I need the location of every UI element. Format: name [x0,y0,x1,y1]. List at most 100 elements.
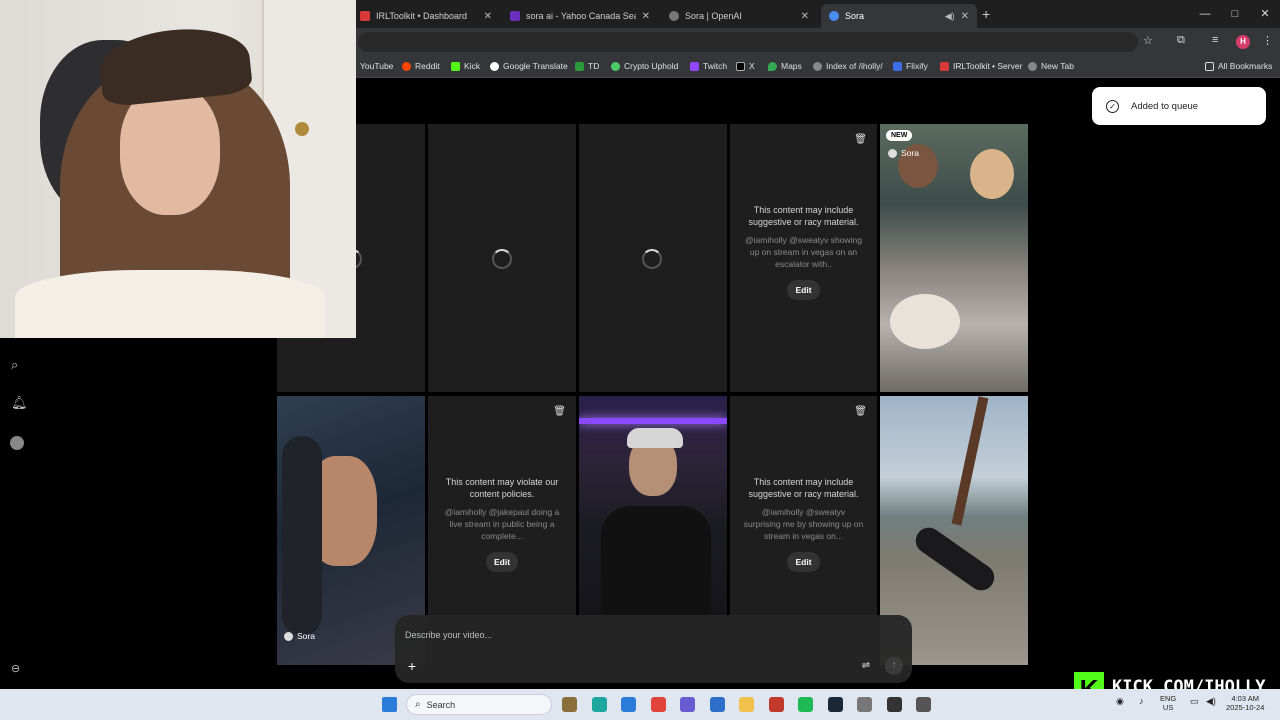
tab-label: Sora | OpenAI [685,11,742,21]
minimize-button[interactable]: — [1190,0,1220,28]
td-icon [575,61,584,71]
tab-irltoolkit-dashboard[interactable]: IRLToolkit • Dashboard ✕ [352,4,500,28]
search-icon[interactable]: ⌕ [11,357,18,373]
bookmark-label: All Bookmarks [1218,61,1273,71]
taskbar-app-icon[interactable] [650,697,666,712]
bookmark-youtube[interactable]: YouTube [360,61,393,71]
taskbar-app-icon[interactable] [768,697,784,712]
bookmark-label: TD [588,61,600,71]
search-icon: ⌕ [415,699,421,710]
bookmark-twitch[interactable]: Twitch [690,61,727,71]
bookmark-reddit[interactable]: Reddit [402,61,440,71]
windows-start-icon[interactable] [382,697,397,712]
flixify-icon [893,61,902,71]
openai-favicon-icon [669,11,679,21]
edit-button[interactable]: Edit [787,552,820,572]
more-options-icon[interactable]: ⊖ [11,662,20,675]
address-bar[interactable] [358,32,1138,52]
tab-yahoo-search[interactable]: sora ai - Yahoo Canada Search ✕ [502,4,658,28]
user-avatar[interactable] [10,436,24,450]
send-button[interactable]: ↑ [885,657,903,675]
taskbar-app-icon[interactable] [857,697,872,712]
video-tile-loading[interactable] [579,124,727,392]
bookmark-irltoolkit-server[interactable]: IRLToolkit • Server [940,61,1022,71]
close-tab-icon[interactable]: ✕ [484,11,492,22]
notification-bell-icon[interactable]: 🔔︎ [11,395,28,411]
reddit-icon [402,61,411,71]
bookmark-star-icon[interactable]: ☆ [1143,34,1153,47]
folder-icon [1205,61,1214,71]
bookmark-label: Flixify [906,61,928,71]
bookmark-crypto-uphold[interactable]: Crypto Uphold [611,61,678,71]
toast-text: Added to queue [1131,100,1199,112]
settings-sliders-icon[interactable]: ⇌ [858,658,874,674]
menu-kebab-icon[interactable]: ⋮ [1262,34,1273,47]
video-tile-flagged[interactable]: 🗑︎ This content may include suggestive o… [730,124,877,392]
trash-icon[interactable]: 🗑︎ [553,406,566,417]
all-bookmarks-folder[interactable]: All Bookmarks [1205,61,1272,71]
bookmark-flixify[interactable]: Flixify [893,61,928,71]
tray-volume-icon[interactable]: ◀) [1206,697,1216,706]
language-indicator[interactable]: ENG US [1160,694,1176,712]
clock[interactable]: 4:03 AM 2025-10-24 [1226,694,1264,712]
add-media-button[interactable]: + [404,658,420,674]
trash-icon[interactable]: 🗑︎ [854,134,867,145]
bookmark-google-translate[interactable]: Google Translate [490,61,568,71]
person-head [970,149,1014,199]
new-tab-button[interactable]: + [982,6,990,22]
bookmark-td[interactable]: TD [575,61,599,71]
window-controls: — □ ✕ [1190,0,1280,28]
tab-label: IRLToolkit • Dashboard [376,11,468,21]
tab-sora[interactable]: Sora ◀) ✕ [821,4,977,28]
prompt-input[interactable]: Describe your video... [405,630,492,640]
taskbar-app-icon[interactable] [709,697,725,712]
screen: IRLToolkit • Dashboard ✕ sora ai - Yahoo… [0,0,1280,720]
video-prompt: @iamiholly @sweatyv surprising me by sho… [743,507,864,541]
tray-display-icon[interactable]: ▭ [1190,697,1199,706]
taskbar-app-icon[interactable] [798,697,813,712]
close-tab-icon[interactable]: ✕ [961,11,969,22]
taskbar-app-icon[interactable] [916,697,931,712]
video-tile-loading[interactable] [428,124,576,392]
bookmark-maps[interactable]: Maps [768,61,802,71]
tray-network-icon[interactable]: ◉ [1116,697,1124,706]
bookmark-kick[interactable]: Kick [451,61,480,71]
taskbar-app-icon[interactable] [591,697,607,712]
tab-sora-openai[interactable]: Sora | OpenAI ✕ [661,4,817,28]
bookmark-label: Google Translate [503,61,568,71]
video-thumbnail-people-on-ground[interactable] [880,124,1028,392]
speaker-icon[interactable]: ◀) [945,11,955,22]
bookmark-label: YouTube [360,61,394,71]
tray-mic-icon[interactable]: ♪ [1139,697,1144,706]
irltoolkit-icon [940,61,949,71]
close-tab-icon[interactable]: ✕ [642,11,650,22]
close-window-button[interactable]: ✕ [1250,0,1280,28]
bookmark-new-tab[interactable]: New Tab [1028,61,1074,71]
bookmark-x[interactable]: X [736,61,755,71]
maximize-button[interactable]: □ [1220,0,1250,28]
check-circle-icon: ✓ [1106,99,1119,113]
taskbar-app-icon[interactable] [680,697,695,712]
video-thumbnail-man-studio[interactable] [579,396,727,615]
media-controls-icon[interactable]: ≡ [1212,34,1218,46]
edit-button[interactable]: Edit [787,280,820,300]
kick-icon [451,61,460,71]
taskbar-app-icon[interactable] [739,697,754,712]
taskbar-app-icon[interactable] [621,697,636,712]
loading-spinner [642,249,662,269]
hair-shape [282,436,322,636]
profile-avatar[interactable]: H [1236,35,1250,49]
trash-icon[interactable]: 🗑︎ [854,406,867,417]
video-tile-flagged[interactable]: 🗑︎ This content may violate our content … [428,396,576,615]
taskbar-app-icon[interactable] [886,697,902,712]
edit-button[interactable]: Edit [485,552,519,572]
shirt-shape [601,506,711,615]
taskbar-app-icon[interactable] [562,697,577,712]
close-tab-icon[interactable]: ✕ [801,11,809,22]
sora-favicon-icon [829,11,839,21]
extensions-icon[interactable]: ⧉ [1177,34,1185,47]
taskbar-search[interactable]: ⌕ Search [406,694,552,715]
bookmark-index-of-iholly[interactable]: Index of /iholly/ [813,61,883,71]
taskbar-app-icon[interactable] [827,697,843,712]
video-tile-flagged[interactable]: 🗑︎ This content may include suggestive o… [730,396,877,615]
